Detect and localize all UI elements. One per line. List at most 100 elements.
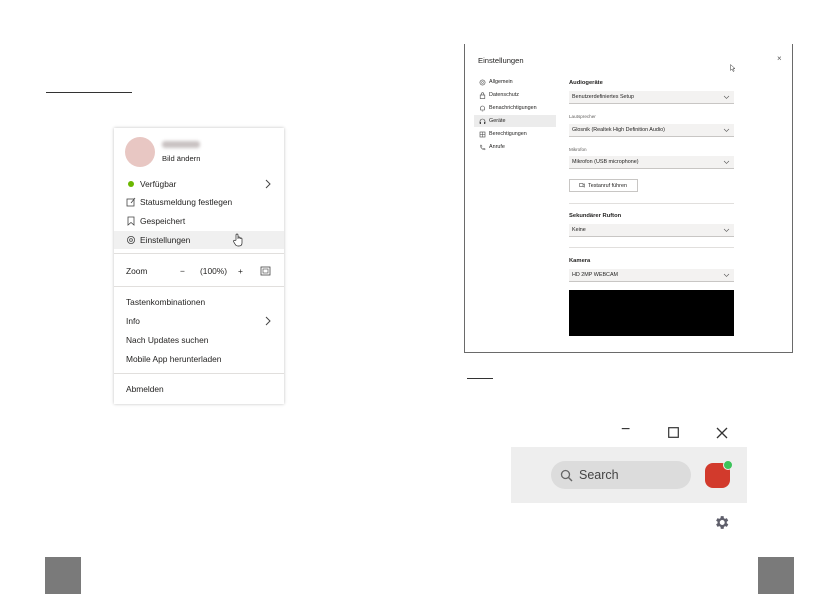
camera-preview [569,290,734,336]
chevron-down-icon [723,128,730,132]
set-status-message[interactable]: Statusmeldung festlegen [114,193,284,211]
chevron-right-icon [265,316,271,326]
bookmark-icon [127,216,135,226]
phone-icon [480,144,486,150]
chevron-down-icon [723,160,730,164]
chevron-down-icon [723,95,730,99]
nav-privacy[interactable]: Datenschutz [474,89,556,101]
close-button[interactable] [716,427,728,439]
zoom-in-button[interactable]: + [238,266,243,276]
search-icon [560,469,573,481]
profile-menu: Bild ändern Verfügbar Statusmeldung fest… [114,128,284,404]
mobile-app-item[interactable]: Mobile App herunterladen [114,350,284,368]
nav-label: Geräte [489,118,506,124]
sign-out-label: Abmelden [126,384,164,394]
audio-devices-heading: Audiogeräte [569,80,603,86]
search-placeholder: Search [579,468,619,482]
info-item[interactable]: Info [114,312,284,330]
secondary-ringer-value: Keine [572,227,586,233]
settings-dialog: Einstellungen × Allgemein Datenschutz Be… [464,44,793,353]
section-divider [569,247,734,248]
nav-calls[interactable]: Anrufe [474,141,556,153]
maximize-button[interactable] [668,427,679,438]
close-icon[interactable]: × [777,54,782,63]
settings-label: Einstellungen [140,235,191,245]
nav-label: Allgemein [489,79,513,85]
camera-select[interactable]: HD 2MP WEBCAM [569,269,734,282]
gear-icon[interactable] [713,514,730,531]
page-marker-left [45,557,81,594]
dialog-title: Einstellungen [478,56,524,65]
menu-divider [114,373,284,374]
menu-divider [114,253,284,254]
test-call-icon [579,183,585,188]
speaker-value: Glosnik (Realtek High Definition Audio) [572,127,665,133]
camera-value: HD 2MP WEBCAM [572,272,619,278]
microphone-select[interactable]: Mikrofon (USB microphone) [569,156,734,169]
grid-icon [479,131,486,137]
check-updates-item[interactable]: Nach Updates suchen [114,331,284,349]
underline-mark-left [46,92,132,93]
camera-heading: Kamera [569,258,591,264]
mobile-app-label: Mobile App herunterladen [126,354,222,364]
blurred-user-name [162,141,200,148]
zoom-out-button[interactable]: − [180,266,185,276]
chevron-right-icon [265,179,271,189]
headset-icon [479,118,486,124]
secondary-ringer-heading: Sekundärer Rufton [569,213,622,219]
nav-label: Benachrichtigungen [489,105,537,111]
shortcuts-label: Tastenkombinationen [126,297,206,307]
chevron-down-icon [723,273,730,277]
avatar[interactable] [125,137,155,167]
page-marker-right [758,557,794,594]
status-available[interactable]: Verfügbar [114,175,284,193]
hand-cursor-icon [233,233,243,247]
shortcuts-item[interactable]: Tastenkombinationen [114,293,284,311]
audio-device-select[interactable]: Benutzerdefiniertes Setup [569,91,734,104]
secondary-ringer-select[interactable]: Keine [569,224,734,237]
settings-item[interactable]: Einstellungen [114,231,284,249]
toolbar: Search [511,447,747,503]
test-call-label: Testanruf führen [588,182,627,189]
microphone-value: Mikrofon (USB microphone) [572,159,639,165]
nav-devices[interactable]: Geräte [474,115,556,127]
speaker-select[interactable]: Glosnik (Realtek High Definition Audio) [569,124,734,137]
edit-message-icon [126,197,136,207]
menu-divider [114,286,284,287]
minimize-button[interactable]: − [621,421,630,439]
check-updates-label: Nach Updates suchen [126,335,209,345]
zoom-value: (100%) [200,266,227,276]
gear-icon [479,79,486,85]
sign-out-item[interactable]: Abmelden [114,380,284,398]
chevron-down-icon [723,228,730,232]
saved-label: Gespeichert [140,216,186,226]
zoom-label: Zoom [126,266,148,276]
saved-item[interactable]: Gespeichert [114,212,284,230]
set-status-label: Statusmeldung festlegen [140,197,233,207]
available-dot-icon [126,179,136,189]
audio-device-value: Benutzerdefiniertes Setup [572,94,635,100]
title-bar: − [511,416,747,447]
lock-icon [479,91,486,99]
gear-icon [127,236,135,244]
change-picture-link[interactable]: Bild ändern [162,154,200,163]
presence-dot [723,460,733,470]
zoom-window: − Search [511,416,747,537]
bell-icon [480,105,485,111]
nav-notifications[interactable]: Benachrichtigungen [474,102,556,114]
info-label: Info [126,316,140,326]
speaker-label: Lautsprecher [569,114,596,119]
underline-mark-right [467,378,493,379]
nav-label: Datenschutz [489,92,519,98]
arrow-cursor-icon [730,64,736,72]
nav-permissions[interactable]: Berechtigungen [474,128,556,140]
microphone-label: Mikrofon [569,147,587,152]
status-label: Verfügbar [140,179,177,189]
nav-label: Berechtigungen [489,131,527,137]
search-box[interactable]: Search [551,461,691,489]
nav-label: Anrufe [489,144,505,150]
test-call-button[interactable]: Testanruf führen [569,179,638,192]
fullscreen-icon[interactable] [260,266,271,276]
zoom-row: Zoom − (100%) + [114,262,284,280]
nav-general[interactable]: Allgemein [474,76,556,88]
